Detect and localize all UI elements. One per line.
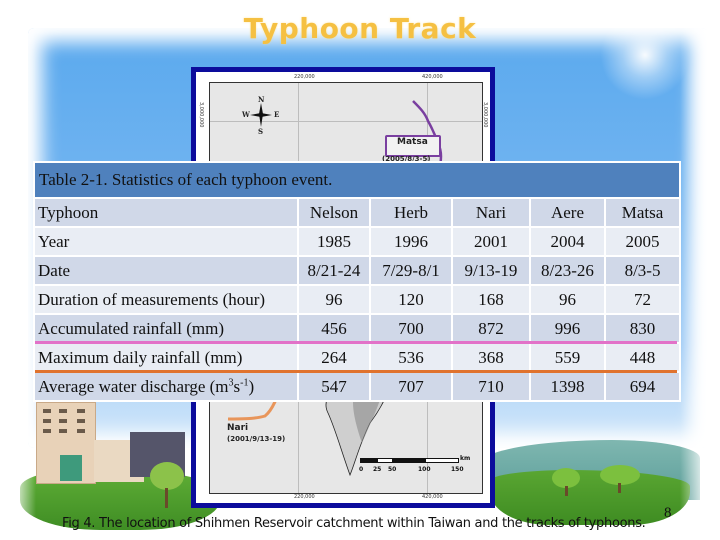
scale-label: 100: [418, 466, 431, 473]
scale-segment: [392, 458, 426, 463]
x-tick-label: 420,000: [422, 494, 443, 500]
x-tick-label: 220,000: [294, 74, 315, 80]
cell: 536: [369, 342, 453, 373]
cell: 7/29-8/1: [369, 255, 453, 286]
scale-segment: [425, 458, 459, 463]
accumulated-rainfall-highlight-line: [35, 341, 677, 344]
nari-track-name: Nari: [227, 423, 249, 433]
cell: 710: [451, 371, 531, 402]
table-row-date: Date 8/21-24 7/29-8/1 9/13-19 8/23-26 8/…: [33, 255, 682, 286]
x-tick-label: 220,000: [294, 494, 315, 500]
x-tick-label: 420,000: [422, 74, 443, 80]
row-label: Accumulated rainfall (mm): [33, 313, 299, 344]
cell: 2001: [451, 226, 531, 257]
nari-track-date: (2001/9/13-19): [227, 435, 286, 443]
max-daily-rainfall-highlight-line: [35, 370, 677, 373]
tree-trunk-decoration: [165, 488, 168, 508]
scale-label: 150: [451, 466, 464, 473]
slide-title: Typhoon Track: [243, 12, 477, 45]
cell: 872: [451, 313, 531, 344]
cell: 456: [297, 313, 371, 344]
cell: 168: [451, 284, 531, 315]
scale-unit: km: [460, 455, 471, 462]
cell: Aere: [529, 197, 606, 228]
table-row-accumulated-rainfall: Accumulated rainfall (mm) 456 700 872 99…: [33, 313, 682, 344]
tree-trunk-decoration: [565, 486, 568, 496]
cell: 264: [297, 342, 371, 373]
building-lobby-decoration: [60, 455, 82, 481]
cell: 96: [529, 284, 606, 315]
row-label: Date: [33, 255, 299, 286]
row-label: Average water discharge (m3s-1): [33, 371, 299, 402]
cell: 8/3-5: [603, 255, 682, 286]
cell: 9/13-19: [451, 255, 531, 286]
tree-decoration: [552, 468, 580, 488]
cell: 707: [369, 371, 453, 402]
cell: 8/23-26: [529, 255, 606, 286]
table-row-year: Year 1985 1996 2001 2004 2005: [33, 226, 682, 257]
row-label: Maximum daily rainfall (mm): [33, 342, 299, 373]
right-fade: [680, 0, 720, 540]
table-row-duration: Duration of measurements (hour) 96 120 1…: [33, 284, 682, 315]
scale-bar: 0 25 50 100 150 km: [359, 455, 482, 482]
row-label: Typhoon: [33, 197, 299, 228]
row-label: Year: [33, 226, 299, 257]
cell: 368: [451, 342, 531, 373]
typhoon-statistics-table: Table 2-1. Statistics of each typhoon ev…: [32, 161, 682, 402]
cell: Nari: [451, 197, 531, 228]
cell: 996: [529, 313, 606, 344]
cell: Herb: [369, 197, 453, 228]
cell: 547: [297, 371, 371, 402]
cell: 2005: [603, 226, 682, 257]
y-tick-label: 3,000,000: [198, 102, 204, 128]
figure-caption: Fig 4. The location of Shihmen Reservoir…: [62, 516, 646, 531]
row-label-text: ): [248, 376, 255, 396]
scale-label: 0: [359, 466, 364, 473]
tree-decoration: [600, 465, 640, 485]
table-row-max-daily-rainfall: Maximum daily rainfall (mm) 264 536 368 …: [33, 342, 682, 373]
cell: 120: [369, 284, 453, 315]
matsa-track-name: Matsa: [397, 137, 428, 147]
tree-trunk-decoration: [618, 483, 621, 493]
cell: 694: [603, 371, 682, 402]
tree-decoration: [150, 462, 184, 490]
cell: Matsa: [603, 197, 682, 228]
scale-label: 25: [373, 466, 382, 473]
cell: 8/21-24: [297, 255, 371, 286]
scale-label: 50: [388, 466, 397, 473]
table-caption: Table 2-1. Statistics of each typhoon ev…: [32, 161, 682, 199]
cell: 559: [529, 342, 606, 373]
page-number: 8: [664, 505, 672, 521]
cell: 72: [603, 284, 682, 315]
superscript: -1: [240, 376, 249, 388]
left-fade: [0, 0, 36, 540]
cell: 700: [369, 313, 453, 344]
table-row-typhoon: Typhoon Nelson Herb Nari Aere Matsa: [33, 197, 682, 228]
scale-segment: [377, 458, 393, 463]
table-row-water-discharge: Average water discharge (m3s-1) 547 707 …: [33, 371, 682, 402]
row-label: Duration of measurements (hour): [33, 284, 299, 315]
cell: 96: [297, 284, 371, 315]
cell: 1985: [297, 226, 371, 257]
scale-segment: [360, 458, 378, 463]
cell: 448: [603, 342, 682, 373]
cell: 830: [603, 313, 682, 344]
cell: 1996: [369, 226, 453, 257]
cell: 2004: [529, 226, 606, 257]
row-label-text: Average water discharge (m: [38, 376, 229, 396]
cell: Nelson: [297, 197, 371, 228]
cell: 1398: [529, 371, 606, 402]
